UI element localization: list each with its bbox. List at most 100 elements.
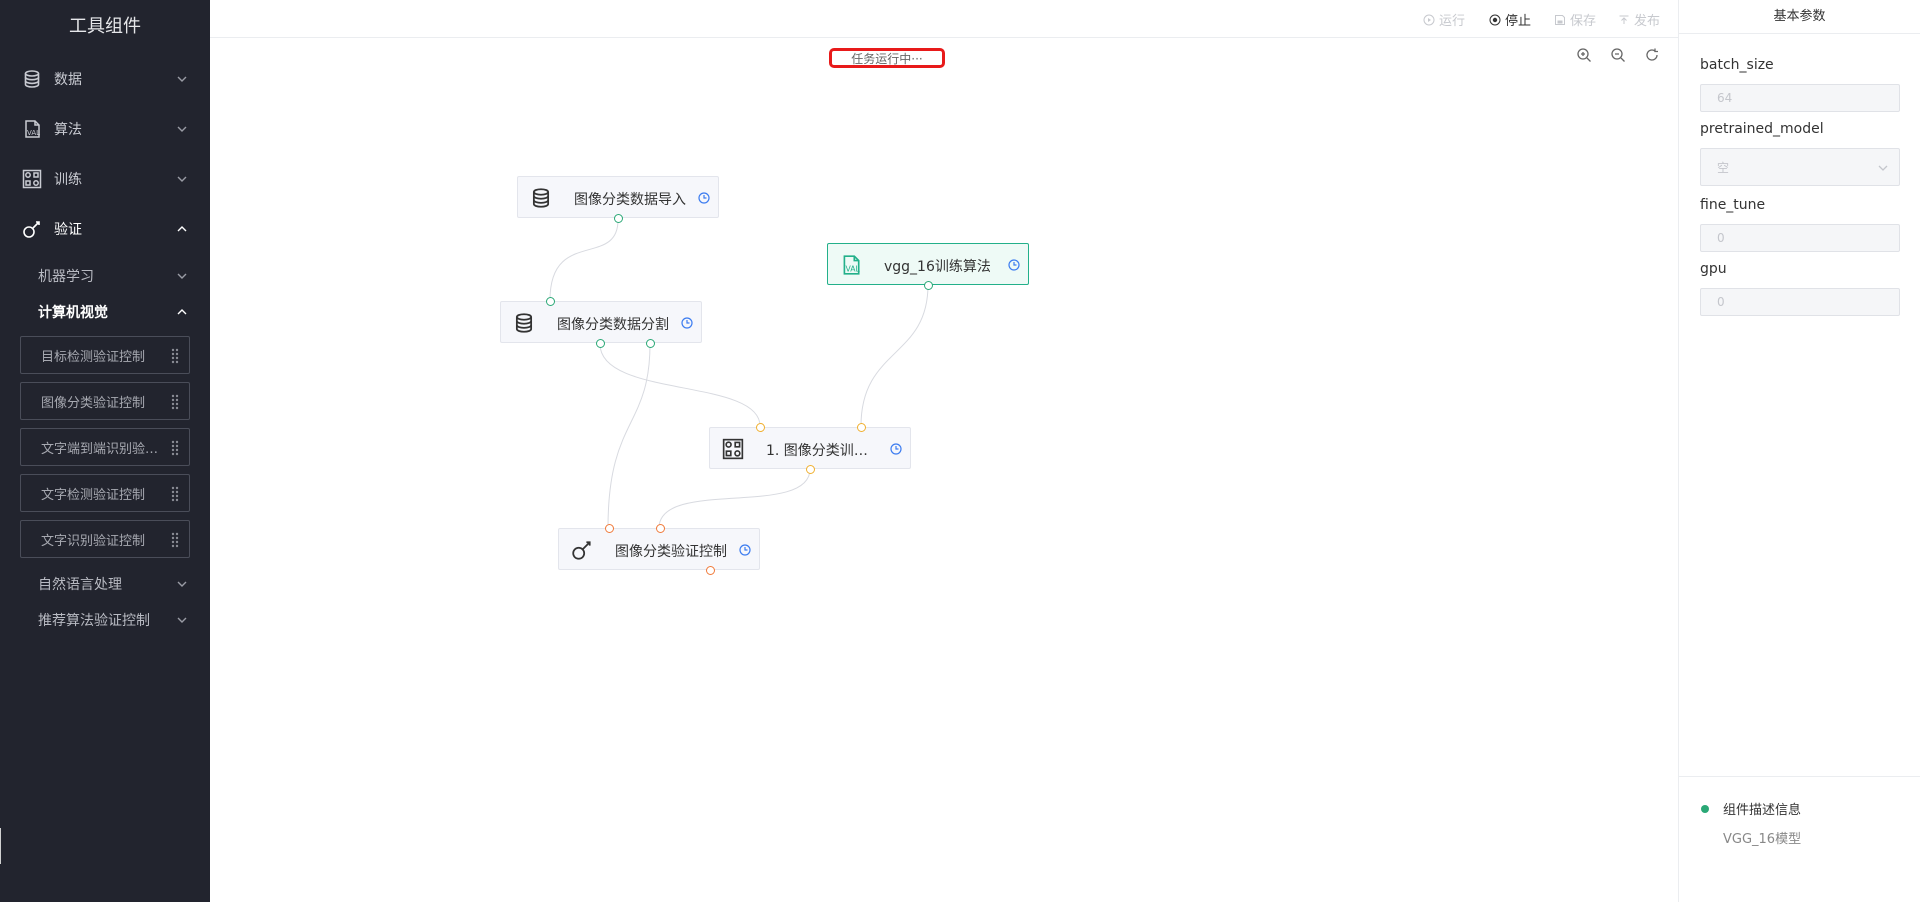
node-image-training-control[interactable]: 1. 图像分类训练控制 xyxy=(709,423,911,474)
submenu-nlp[interactable]: 自然语言处理 xyxy=(0,566,210,602)
drag-handle-icon[interactable] xyxy=(171,532,179,548)
component-card-label: 文字端到端识别验证控制 xyxy=(41,441,171,457)
reset-view-icon[interactable] xyxy=(1644,47,1660,63)
output-port[interactable] xyxy=(614,214,623,223)
task-status-badge: 任务运行中··· xyxy=(829,48,945,68)
output-port[interactable] xyxy=(706,566,715,575)
node-image-validation-control[interactable]: 图像分类验证控制 xyxy=(558,524,760,575)
chevron-down-icon xyxy=(176,270,188,282)
edge xyxy=(658,468,811,529)
input-port[interactable] xyxy=(656,524,665,533)
algorithm-icon: VAL xyxy=(22,119,42,139)
chevron-down-icon xyxy=(176,614,188,626)
description-value: VGG_16模型 xyxy=(1723,832,1802,847)
output-port[interactable] xyxy=(596,339,605,348)
validation-icon xyxy=(22,219,42,239)
database-icon xyxy=(530,187,552,209)
submenu-label: 计算机视觉 xyxy=(38,305,108,321)
chevron-up-icon xyxy=(176,306,188,318)
component-card-label: 目标检测验证控制 xyxy=(41,349,146,365)
node-label: 图像分类数据导入 xyxy=(574,192,686,208)
input-port[interactable] xyxy=(756,423,765,432)
submenu-computer-vision[interactable]: 计算机视觉 xyxy=(0,294,210,330)
save-button[interactable]: 保存 xyxy=(1554,10,1596,29)
svg-text:VAL: VAL xyxy=(846,265,861,274)
drag-handle-icon[interactable] xyxy=(171,440,179,456)
submenu-label: 推荐算法验证控制 xyxy=(38,613,150,629)
stop-button[interactable]: 停止 xyxy=(1489,10,1531,29)
training-icon xyxy=(722,438,744,460)
status-dot xyxy=(1701,805,1709,813)
node-label: 图像分类验证控制 xyxy=(615,544,727,560)
toolbar: 运行 停止 保存 发布 xyxy=(210,0,1678,38)
chevron-up-icon xyxy=(176,223,188,235)
node-vgg16-algorithm[interactable]: VAL vgg_16训练算法 xyxy=(827,243,1029,290)
component-card-label: 文字检测验证控制 xyxy=(41,487,146,503)
save-label: 保存 xyxy=(1570,14,1597,29)
component-card-label: 文字识别验证控制 xyxy=(41,533,146,549)
submenu-recommendation[interactable]: 推荐算法验证控制 xyxy=(0,602,210,638)
menu-item-training[interactable]: 训练 xyxy=(0,154,210,204)
chevron-down-icon xyxy=(176,73,188,85)
submenu-machine-learning[interactable]: 机器学习 xyxy=(0,258,210,294)
zoom-out-icon[interactable] xyxy=(1610,47,1626,63)
clock-icon xyxy=(890,443,902,455)
publish-button[interactable]: 发布 xyxy=(1618,10,1660,29)
zoom-in-icon[interactable] xyxy=(1576,47,1592,63)
field-label-gpu: gpu xyxy=(1700,261,1727,277)
gpu-input[interactable]: 0 xyxy=(1700,288,1900,316)
submenu-label: 自然语言处理 xyxy=(38,577,122,593)
svg-text:VAL: VAL xyxy=(27,129,40,137)
input-port[interactable] xyxy=(857,423,866,432)
component-card[interactable]: 文字识别验证控制 xyxy=(20,520,190,558)
output-port[interactable] xyxy=(646,339,655,348)
pretrained-model-select[interactable]: 空 xyxy=(1700,148,1900,186)
gpu-value: 0 xyxy=(1717,295,1725,309)
pretrained-model-value: 空 xyxy=(1717,160,1730,175)
training-icon xyxy=(22,169,42,189)
node-label: 图像分类数据分割 xyxy=(557,317,669,333)
output-port[interactable] xyxy=(806,465,815,474)
chevron-down-icon xyxy=(176,578,188,590)
batch-size-input[interactable]: 64 xyxy=(1700,84,1900,112)
node-image-data-import[interactable]: 图像分类数据导入 xyxy=(517,176,719,223)
properties-panel: 基本参数 batch_size 64 pretrained_model 空 fi… xyxy=(1678,0,1920,902)
chevron-down-icon xyxy=(176,123,188,135)
component-card[interactable]: 图像分类验证控制 xyxy=(20,382,190,420)
node-image-data-split[interactable]: 图像分类数据分割 xyxy=(500,297,702,348)
menu-label-algorithm: 算法 xyxy=(54,122,82,138)
save-icon xyxy=(1554,14,1566,26)
component-card-label: 图像分类验证控制 xyxy=(41,395,146,411)
output-port[interactable] xyxy=(924,281,933,290)
edge xyxy=(607,343,651,529)
menu-label-validation: 验证 xyxy=(54,222,82,238)
fine-tune-input[interactable]: 0 xyxy=(1700,224,1900,252)
play-icon xyxy=(1423,14,1435,26)
validation-icon xyxy=(571,539,593,561)
component-card[interactable]: 目标检测验证控制 xyxy=(20,336,190,374)
edge xyxy=(549,219,619,301)
run-button[interactable]: 运行 xyxy=(1423,10,1465,29)
menu-item-algorithm[interactable]: VAL 算法 xyxy=(0,104,210,154)
drag-handle-icon[interactable] xyxy=(171,394,179,410)
input-port[interactable] xyxy=(546,297,555,306)
submenu-label: 机器学习 xyxy=(38,269,94,285)
component-card[interactable]: 文字端到端识别验证控制 xyxy=(20,428,190,466)
menu-item-validation[interactable]: 验证 xyxy=(0,204,210,254)
field-label-pretrained-model: pretrained_model xyxy=(1700,121,1824,137)
chevron-down-icon xyxy=(176,173,188,185)
component-card[interactable]: 文字检测验证控制 xyxy=(20,474,190,512)
node-label: 1. 图像分类训练控制 xyxy=(766,443,880,459)
menu-item-data[interactable]: 数据 xyxy=(0,54,210,104)
sidebar-title: 工具组件 xyxy=(69,16,141,37)
clock-icon xyxy=(1008,259,1020,271)
sidebar: 工具组件 数据 VAL 算法 训练 验证 机器学习 计算机视觉 目标检测验证控制… xyxy=(0,0,210,902)
task-status-text: 任务运行中··· xyxy=(851,51,923,66)
input-port[interactable] xyxy=(605,524,614,533)
algorithm-icon: VAL xyxy=(840,254,862,276)
component-description: 组件描述信息 VGG_16模型 xyxy=(1679,776,1920,902)
drag-handle-icon[interactable] xyxy=(171,348,179,364)
workflow-canvas[interactable]: 任务运行中··· 图像分类数据导入 图像分类数据分割 VAL vgg_16训练算… xyxy=(210,38,1678,902)
publish-label: 发布 xyxy=(1634,14,1661,29)
drag-handle-icon[interactable] xyxy=(171,486,179,502)
